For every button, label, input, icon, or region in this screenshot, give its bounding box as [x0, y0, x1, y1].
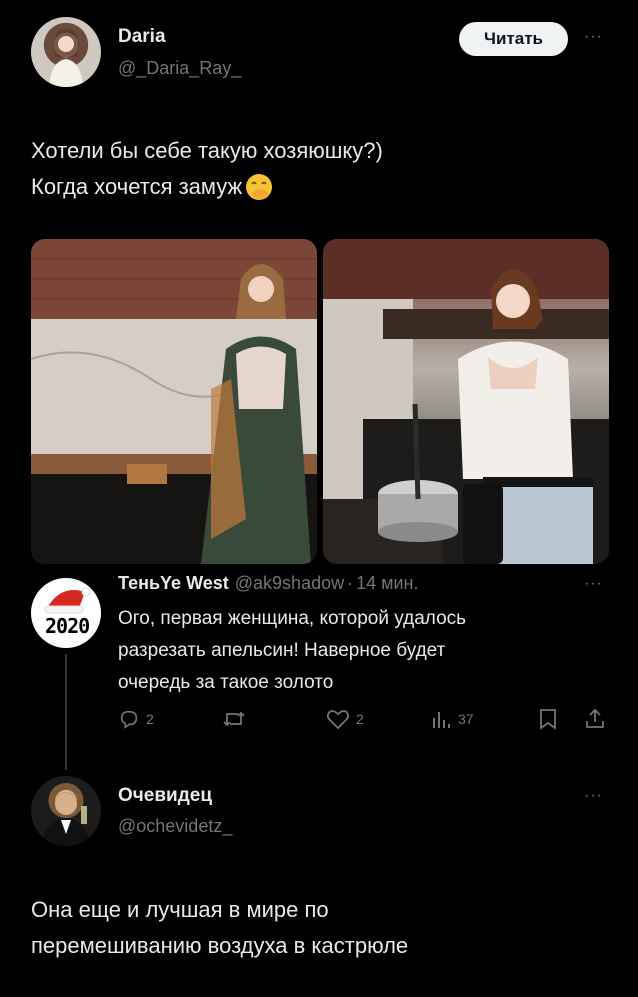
more-options-icon[interactable]: ···	[584, 28, 603, 46]
like-count: 2	[356, 711, 364, 727]
reply1-text-line-2: разрезать апельсин! Наверное будет	[118, 640, 446, 661]
reply1-author-name[interactable]: ТеньYe West	[118, 573, 229, 594]
kitchen-photo-right	[323, 239, 609, 564]
author-handle[interactable]: @_Daria_Ray_	[118, 58, 241, 79]
reply2-more-icon[interactable]: ···	[584, 787, 603, 805]
follow-button[interactable]: Читать	[459, 22, 568, 56]
post-photo-right[interactable]	[323, 239, 609, 564]
thread-line	[65, 654, 67, 770]
reply2-avatar[interactable]	[31, 776, 101, 846]
reply-count: 2	[146, 711, 154, 727]
reply2-text-line-1: Она еще и лучшая в мире по	[31, 897, 329, 922]
reply1-time[interactable]: 14 мин.	[356, 573, 418, 594]
author-avatar[interactable]	[31, 17, 101, 87]
bookmark-icon	[540, 709, 556, 730]
post-text-line-1: Хотели бы себе такую хозяюшку?)	[31, 138, 383, 163]
share-action[interactable]	[584, 708, 606, 730]
reply2-author-handle[interactable]: @ochevidetz_	[118, 816, 232, 837]
share-icon	[586, 708, 604, 728]
retweet-icon	[223, 711, 245, 727]
reply-action[interactable]: 2	[118, 708, 154, 730]
reply-icon	[120, 710, 138, 729]
reply1-separator: ·	[347, 573, 354, 593]
bookmark-action[interactable]	[538, 708, 558, 730]
reply1-author-handle[interactable]: @ak9shadow	[235, 573, 344, 594]
author-name[interactable]: Daria	[118, 26, 166, 48]
avatar-photo	[49, 28, 83, 87]
heart-icon	[326, 710, 350, 730]
reply1-more-icon[interactable]: ···	[584, 575, 603, 593]
hand-over-mouth-emoji-icon	[246, 174, 273, 200]
reply1-avatar-label: 2020	[45, 614, 90, 638]
retweet-action[interactable]	[222, 708, 252, 730]
reply2-author-name[interactable]: Очевидец	[118, 785, 212, 807]
reply1-header: ТеньYe West @ak9shadow · 14 мин.	[118, 573, 419, 594]
views-chart-icon	[433, 712, 450, 728]
reply1-avatar[interactable]: 2020	[31, 578, 101, 648]
reply1-text-line-3: очередь за такое золото	[118, 672, 334, 693]
post-text-line-2: Когда хочется замуж	[31, 170, 274, 204]
reply1-text-line-1: Ого, первая женщина, которой удалось	[118, 608, 467, 629]
post-text-line-2-content: Когда хочется замуж	[31, 174, 243, 199]
kitchen-photo-left	[31, 239, 317, 564]
reply2-text-line-2: перемешиванию воздуха в кастрюле	[31, 933, 409, 958]
views-action[interactable]: 37	[430, 708, 474, 730]
post-photo-left[interactable]	[31, 239, 317, 564]
like-action[interactable]: 2	[326, 708, 364, 730]
reply2-avatar-photo	[41, 792, 91, 846]
views-count: 37	[458, 711, 474, 727]
